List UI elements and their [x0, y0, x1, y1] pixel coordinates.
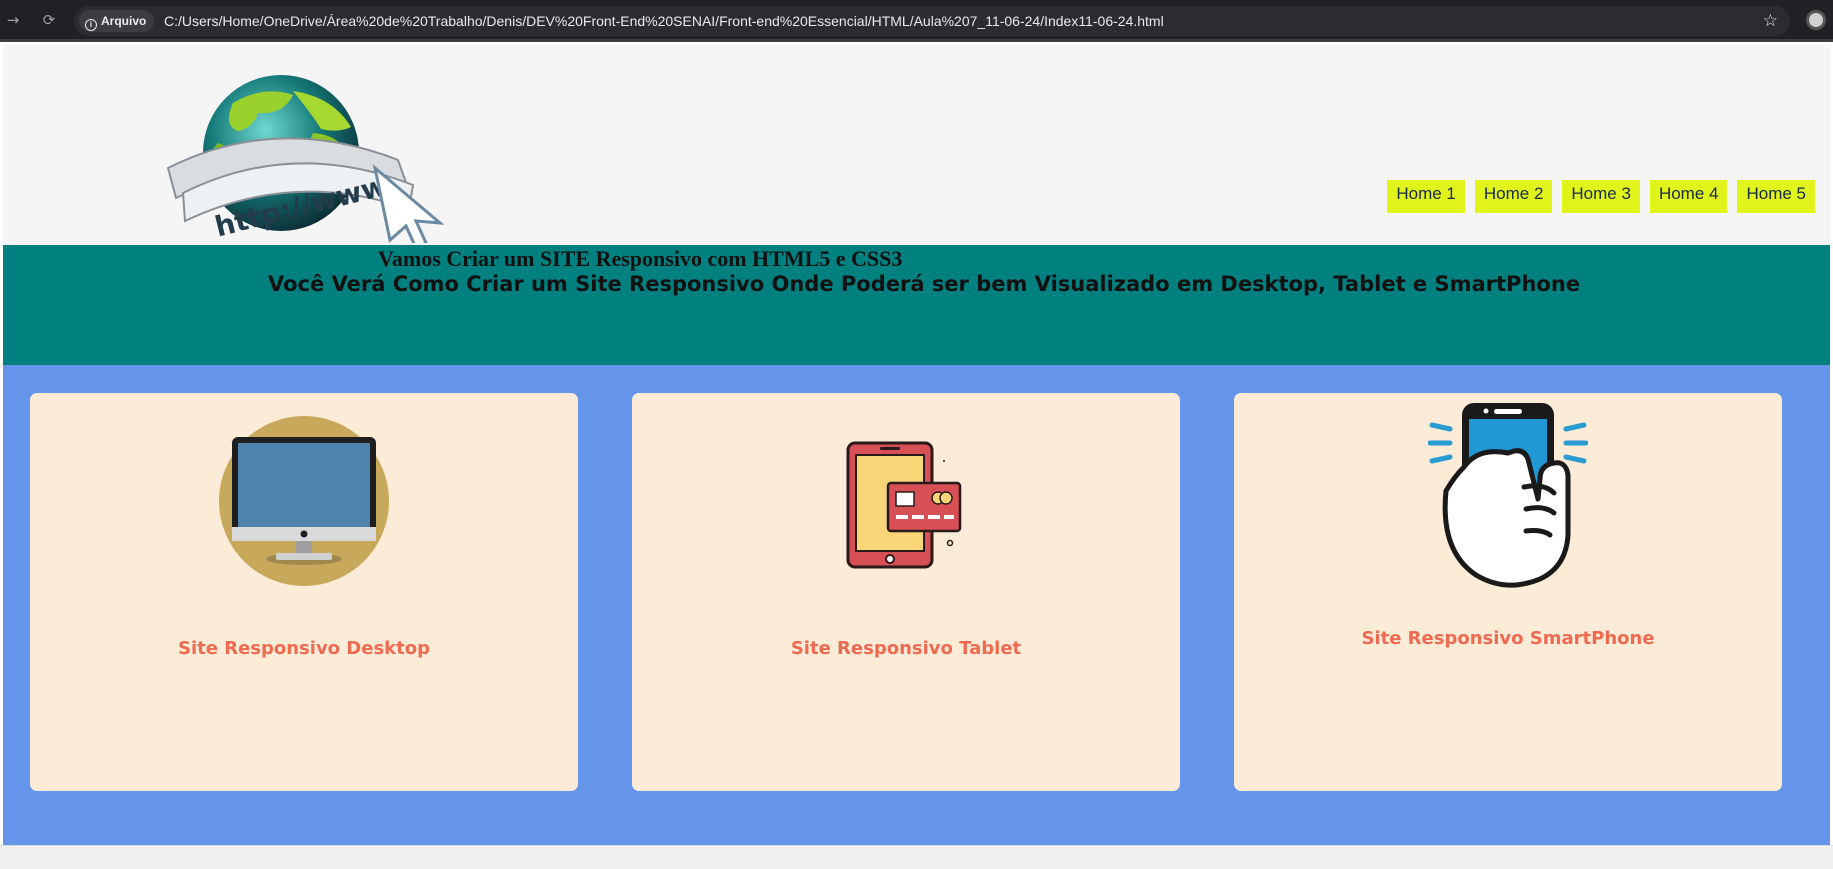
- cards-section: Site Responsivo Desktop Site Responsivo …: [3, 365, 1830, 845]
- forward-icon[interactable]: →: [2, 9, 24, 31]
- banner-title: Vamos Criar um SITE Responsivo com HTML5…: [378, 246, 903, 271]
- card-tablet: Site Responsivo Tablet: [632, 393, 1180, 791]
- card-smartphone-label[interactable]: Site Responsivo SmartPhone: [1234, 628, 1782, 649]
- menu-home-3[interactable]: Home 3: [1562, 180, 1640, 213]
- card-tablet-label[interactable]: Site Responsivo Tablet: [632, 638, 1180, 659]
- reload-icon[interactable]: ⟳: [38, 9, 60, 31]
- info-icon: i: [85, 19, 97, 31]
- top-menu: Home 1 Home 2 Home 3 Home 4 Home 5: [1387, 180, 1815, 213]
- address-bar[interactable]: i Arquivo C:/Users/Home/OneDrive/Área%20d…: [74, 6, 1790, 36]
- globe-www-logo: http://www.: [166, 75, 445, 243]
- security-chip-label: Arquivo: [101, 14, 147, 28]
- url-text[interactable]: C:/Users/Home/OneDrive/Área%20de%20Traba…: [164, 6, 1164, 36]
- site-header: http://www. Home 1 Home 2 Home 3 Home 4 …: [3, 45, 1830, 245]
- menu-home-4[interactable]: Home 4: [1649, 180, 1728, 213]
- card-desktop: Site Responsivo Desktop: [30, 393, 578, 791]
- smartphone-hand-icon: [1428, 403, 1588, 588]
- security-chip[interactable]: i Arquivo: [79, 10, 155, 32]
- desktop-monitor-icon: [219, 416, 389, 586]
- hero-banner: Vamos Criar um SITE Responsivo com HTML5…: [3, 245, 1830, 365]
- page-bottom-strip: [0, 845, 1833, 869]
- menu-home-2[interactable]: Home 2: [1474, 180, 1553, 213]
- star-icon[interactable]: ☆: [1763, 6, 1778, 36]
- menu-home-5[interactable]: Home 5: [1737, 180, 1815, 213]
- browser-toolbar: → ⟳ i Arquivo C:/Users/Home/OneDrive/Área…: [0, 0, 1833, 42]
- banner-subtitle: Você Verá Como Criar um Site Responsivo …: [268, 272, 1581, 296]
- menu-home-1[interactable]: Home 1: [1387, 180, 1465, 213]
- card-smartphone: Site Responsivo SmartPhone: [1234, 393, 1782, 791]
- card-desktop-label[interactable]: Site Responsivo Desktop: [30, 638, 578, 659]
- tablet-card-icon: [846, 441, 962, 569]
- web-page: http://www. Home 1 Home 2 Home 3 Home 4 …: [3, 45, 1830, 845]
- profile-avatar[interactable]: [1806, 10, 1826, 30]
